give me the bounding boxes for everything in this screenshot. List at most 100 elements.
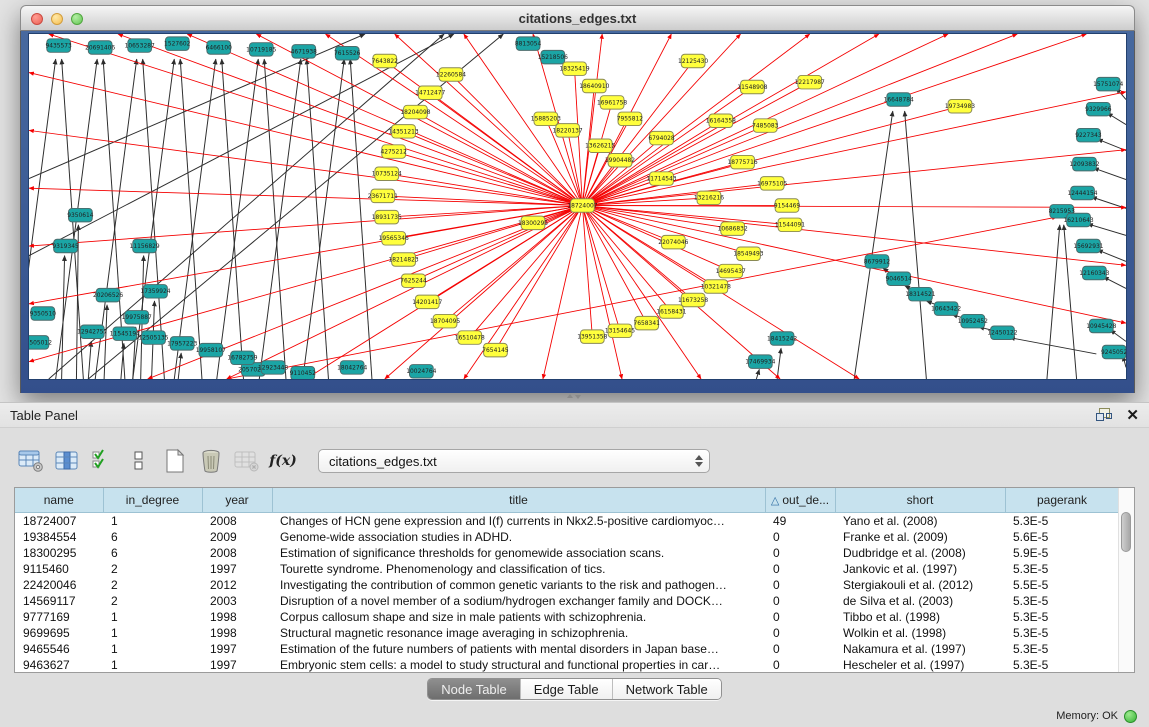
graph-node[interactable]: 9046514 (886, 272, 913, 285)
graph-node[interactable]: 12505012 (29, 336, 52, 349)
graph-node[interactable]: 19734983 (945, 100, 975, 113)
graph-node[interactable]: 12923448 (258, 361, 288, 374)
graph-node[interactable]: 13626215 (585, 139, 615, 152)
graph-node[interactable]: 4275212 (380, 145, 407, 158)
graph-node[interactable]: 19975887 (122, 311, 152, 324)
graph-node[interactable]: 11156829 (130, 239, 160, 252)
table-row[interactable]: 2242004622012Investigating the contribut… (15, 577, 1119, 593)
table-options-icon[interactable] (16, 448, 46, 474)
graph-node[interactable]: 12160343 (1079, 266, 1109, 279)
graph-node[interactable]: 14712477 (415, 86, 445, 99)
close-panel-icon[interactable]: ✕ (1126, 408, 1139, 423)
graph-node[interactable]: 7625244 (400, 274, 427, 287)
graph-node[interactable]: 11544091 (775, 218, 805, 231)
graph-node[interactable]: 9435573 (45, 39, 72, 52)
graph-node[interactable]: 12505135 (138, 331, 168, 344)
graph-node[interactable]: 9245052 (1101, 345, 1126, 358)
row-selection-mode-icon[interactable] (88, 448, 118, 474)
create-table-icon[interactable] (160, 448, 190, 474)
table-row[interactable]: 1830029562008Estimation of significance … (15, 545, 1119, 561)
graph-node[interactable]: 20691406 (85, 41, 115, 54)
graph-node[interactable]: 11548908 (737, 80, 767, 93)
graph-node[interactable]: 15692931 (1073, 239, 1103, 252)
graph-node[interactable]: 10945428 (1086, 319, 1116, 332)
graph-node[interactable]: 18214823 (388, 253, 418, 266)
graph-node[interactable]: 10686832 (718, 222, 748, 235)
column-header-title[interactable]: title (272, 488, 765, 513)
graph-node[interactable]: 14695437 (716, 264, 746, 277)
graph-node[interactable]: 18724007 (567, 199, 597, 212)
graph-node[interactable]: 18931735 (372, 210, 402, 223)
graph-node[interactable]: 12125430 (678, 54, 708, 67)
column-header-year[interactable]: year (202, 488, 272, 513)
table-row[interactable]: 911546021997Tourette syndrome. Phenomeno… (15, 561, 1119, 577)
graph-node[interactable]: 10653287 (125, 39, 155, 52)
table-row[interactable]: 1456911722003Disruption of a novel membe… (15, 593, 1119, 609)
graph-node[interactable]: 8679912 (864, 255, 891, 268)
graph-node[interactable]: 17957223 (167, 337, 197, 350)
table-row[interactable]: 946554611997Estimation of the future num… (15, 641, 1119, 657)
tab-edge-table[interactable]: Edge Table (520, 679, 612, 699)
table-selector-dropdown[interactable]: citations_edges.txt (318, 449, 710, 473)
graph-node[interactable]: 13216216 (694, 191, 724, 204)
graph-node[interactable]: 14201417 (412, 295, 442, 308)
graph-node[interactable]: 18300295 (518, 216, 548, 229)
graph-node[interactable]: 16975105 (757, 177, 787, 190)
graph-node[interactable]: 10643422 (931, 302, 961, 315)
graph-node[interactable]: 18704095 (430, 314, 460, 327)
column-header-pagerank[interactable]: pagerank (1005, 488, 1119, 513)
graph-node[interactable]: 12450122 (987, 326, 1017, 339)
graph-node[interactable]: 13154645 (605, 324, 635, 337)
graph-node[interactable]: 16164358 (706, 114, 736, 127)
graph-node[interactable]: 7658341 (634, 316, 661, 329)
table-row[interactable]: 946362711997Embryonic stem cells: a mode… (15, 657, 1119, 673)
graph-node[interactable]: 22074046 (658, 235, 688, 248)
graph-node[interactable]: 18314521 (905, 287, 935, 300)
graph-node[interactable]: 15885203 (531, 112, 561, 125)
graph-node[interactable]: 9227343 (1075, 128, 1102, 141)
graph-node[interactable]: 16961758 (597, 96, 627, 109)
graph-node[interactable]: 16782759 (227, 351, 257, 364)
graph-node[interactable]: 9319345 (52, 239, 79, 252)
float-panel-icon[interactable] (1096, 408, 1112, 422)
graph-node[interactable]: 1527602 (164, 37, 191, 50)
column-visibility-icon[interactable] (52, 448, 82, 474)
graph-node[interactable]: 15751074 (1093, 77, 1123, 90)
graph-node[interactable]: 18775716 (727, 155, 757, 168)
zoom-window-button[interactable] (71, 13, 83, 25)
network-canvas[interactable]: 9435573206914061065328715276026466100107… (28, 33, 1127, 380)
column-header-out_de[interactable]: △out_de... (765, 488, 835, 513)
graph-node[interactable]: 6794028 (648, 131, 675, 144)
citation-network-graph[interactable]: 9435573206914061065328715276026466100107… (29, 34, 1126, 379)
graph-node[interactable]: 14351213 (388, 125, 418, 138)
function-builder-icon[interactable]: f(x) (268, 448, 298, 474)
graph-node[interactable]: 7654145 (482, 343, 509, 356)
scrollbar-thumb[interactable] (1121, 512, 1131, 552)
graph-node[interactable]: 16158431 (656, 305, 686, 318)
graph-node[interactable]: 18415242 (767, 332, 797, 345)
graph-node[interactable]: 11714543 (646, 172, 676, 185)
graph-node[interactable]: 12942757 (77, 325, 107, 338)
graph-node[interactable]: 9329966 (1085, 102, 1112, 115)
graph-node[interactable]: 7643822 (372, 54, 399, 67)
graph-node[interactable]: 16648784 (884, 93, 914, 106)
graph-node[interactable]: 10321478 (701, 280, 731, 293)
column-header-short[interactable]: short (835, 488, 1005, 513)
close-window-button[interactable] (31, 13, 43, 25)
graph-node[interactable]: 8813054 (515, 37, 542, 50)
tab-network-table[interactable]: Network Table (612, 679, 721, 699)
graph-node[interactable]: 10719185 (246, 43, 276, 56)
graph-node[interactable]: 7485083 (752, 119, 779, 132)
graph-node[interactable]: 19904482 (605, 153, 635, 166)
graph-node[interactable]: 4671938 (291, 45, 318, 58)
graph-node[interactable]: 11673258 (678, 293, 708, 306)
graph-node[interactable]: 9154469 (774, 199, 801, 212)
graph-node[interactable]: 18204098 (400, 105, 430, 118)
row-height-icon[interactable] (124, 448, 154, 474)
graph-node[interactable]: 12444154 (1067, 186, 1097, 199)
graph-node[interactable]: 12093832 (1069, 157, 1099, 170)
graph-node[interactable]: 18549493 (733, 247, 763, 260)
graph-node[interactable]: 18325419 (559, 62, 589, 75)
tab-node-table[interactable]: Node Table (428, 679, 520, 699)
table-row[interactable]: 1872400712008Changes of HCN gene express… (15, 513, 1119, 530)
